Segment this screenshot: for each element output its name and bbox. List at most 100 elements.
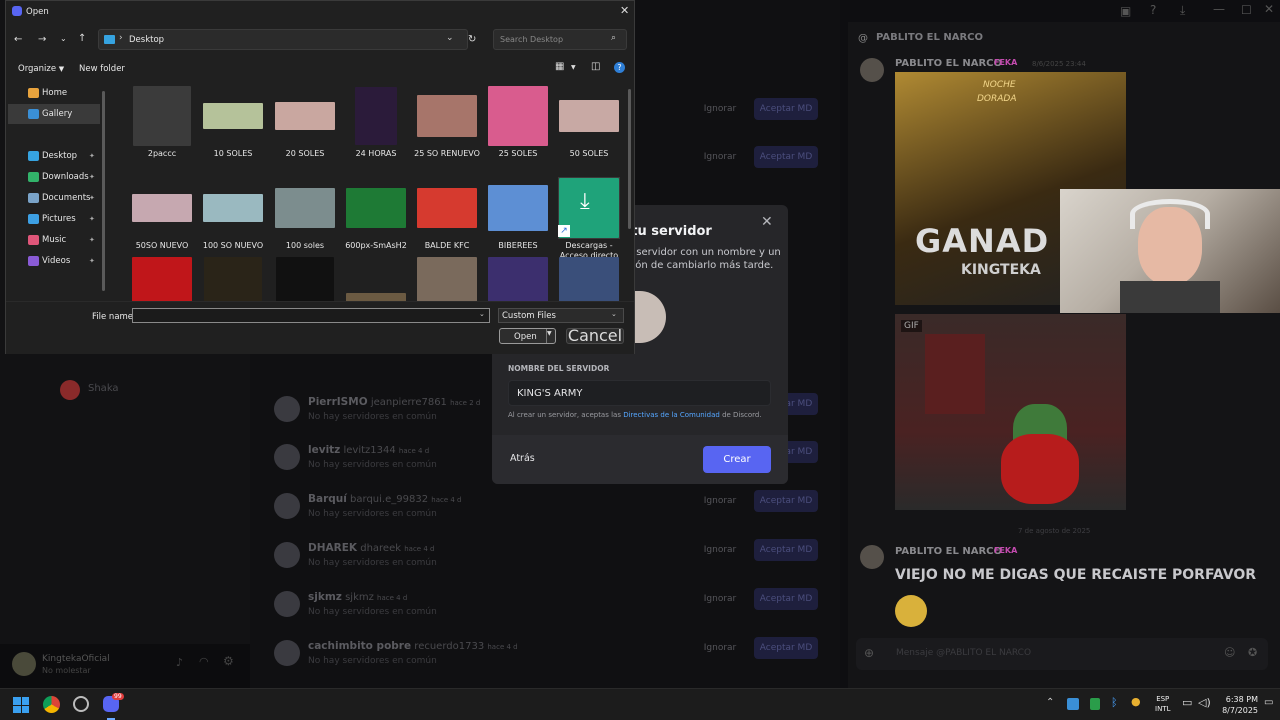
chevron-down-icon[interactable]: ⌄ [479, 310, 485, 318]
accept-button[interactable]: Aceptar MD [754, 637, 818, 659]
view-options-icon[interactable]: ▦ [555, 61, 564, 72]
microphone-icon[interactable]: ● [1131, 695, 1141, 708]
file-item[interactable]: 50 SOLES [558, 85, 620, 158]
search-input[interactable]: Search Desktop [500, 35, 563, 44]
file-item[interactable]: ⤓ ↗ Descargas - Acceso directo [558, 177, 620, 260]
file-item[interactable] [558, 251, 620, 301]
server-name-input[interactable]: KING'S ARMY [517, 388, 583, 399]
file-item[interactable]: 2paccc [131, 85, 193, 158]
up-arrow-icon[interactable]: ↑ [78, 33, 86, 44]
tray-app-icon[interactable] [1067, 698, 1079, 710]
close-modal-icon[interactable]: ✕ [761, 214, 773, 230]
request-row[interactable]: Barquí barqui.e_99832 hace 4 d No hay ser… [270, 485, 830, 533]
accept-button[interactable]: Aceptar MD [754, 98, 818, 120]
search-box[interactable]: Search Desktop ⌕ [493, 29, 627, 50]
gamepad-icon[interactable]: ✪ [1248, 646, 1257, 659]
nvidia-icon[interactable] [1090, 698, 1100, 710]
add-attachment-icon[interactable]: ⊕ [864, 646, 874, 660]
file-item[interactable] [345, 251, 407, 301]
ignore-button[interactable]: Ignorar [690, 588, 750, 610]
gif-attachment[interactable]: GIF [895, 314, 1126, 510]
request-row[interactable]: sjkmz sjkmz hace 4 d No hay servidores en… [270, 583, 830, 631]
ignore-button[interactable]: Ignorar [690, 98, 750, 120]
nav-scrollbar[interactable] [102, 91, 105, 291]
obs-icon[interactable] [73, 696, 89, 712]
file-item[interactable] [416, 251, 478, 301]
open-button[interactable]: Open ▼ [499, 328, 556, 344]
back-arrow-icon[interactable]: ← [14, 34, 22, 45]
nav-item-music[interactable]: Music ✦ [6, 230, 104, 250]
file-item[interactable]: 100 soles [274, 177, 336, 250]
file-type-select[interactable]: Custom Files ⌄ [498, 308, 624, 323]
address-bar[interactable]: › Desktop ⌄ [98, 29, 468, 50]
nav-item-downloads[interactable]: Downloads ✦ [6, 167, 104, 187]
chevron-down-icon[interactable]: ▼ [571, 64, 576, 71]
file-item[interactable]: 25 SOLES [487, 85, 549, 158]
input-language[interactable]: ESP INTL [1155, 694, 1170, 714]
accept-button[interactable]: Aceptar MD [754, 146, 818, 168]
volume-icon[interactable]: ◁) [1198, 696, 1211, 709]
ignore-button[interactable]: Ignorar [690, 146, 750, 168]
search-icon[interactable]: ⌕ [611, 33, 616, 43]
minimize-icon[interactable]: — [1213, 2, 1225, 16]
file-item[interactable]: 20 SOLES [274, 85, 336, 158]
ignore-button[interactable]: Ignorar [690, 490, 750, 512]
address-dropdown-icon[interactable]: ⌄ [446, 33, 454, 43]
request-row[interactable]: cachimbito pobre recuerdo1733 hace 4 d No… [270, 632, 830, 680]
new-folder-button[interactable]: New folder [79, 64, 125, 74]
nav-item-pictures[interactable]: Pictures ✦ [6, 209, 104, 229]
file-item[interactable]: 25 SO RENUEVO [414, 85, 480, 158]
nav-item-home[interactable]: Home [6, 83, 104, 103]
maximize-icon[interactable]: ☐ [1241, 3, 1252, 17]
file-name-field[interactable]: ⌄ [132, 308, 490, 323]
chrome-icon[interactable] [43, 696, 60, 713]
download-icon[interactable]: ⤓ [1180, 3, 1185, 18]
server-name-field[interactable]: KING'S ARMY [508, 380, 771, 406]
server-icon-preview[interactable] [630, 291, 666, 343]
nav-item-desktop[interactable]: Desktop ✦ [6, 146, 104, 166]
file-item[interactable]: 24 HORAS [345, 85, 407, 158]
notifications-icon[interactable]: ▭ [1264, 697, 1273, 708]
file-item[interactable] [487, 251, 549, 301]
accept-button[interactable]: Aceptar MD [754, 490, 818, 512]
file-item[interactable]: BIBEREES [487, 177, 549, 250]
file-item[interactable] [202, 251, 264, 301]
message-author[interactable]: PABLITO EL NARCO [895, 546, 1002, 557]
author-avatar[interactable] [860, 58, 884, 82]
nav-item-videos[interactable]: Videos ✦ [6, 251, 104, 271]
file-scrollbar[interactable] [628, 89, 631, 229]
organize-button[interactable]: Organize ▼ [18, 64, 64, 74]
ignore-button[interactable]: Ignorar [690, 637, 750, 659]
chevron-down-icon[interactable]: ▼ [547, 330, 552, 337]
windows-start-icon[interactable] [13, 697, 29, 713]
emoji-icon[interactable]: ☺ [1224, 646, 1235, 659]
microphone-icon[interactable]: ♪ [176, 656, 183, 669]
cancel-button[interactable]: Cancel [566, 328, 624, 344]
accept-button[interactable]: Aceptar MD [754, 588, 818, 610]
ignore-button[interactable]: Ignorar [690, 539, 750, 561]
clock[interactable]: 6:38 PM 8/7/2025 [1214, 694, 1258, 716]
file-item[interactable]: BALDE KFC [416, 177, 478, 250]
nav-item-gallery[interactable]: Gallery [8, 104, 100, 124]
recent-locations-chevron-icon[interactable]: ⌄ [60, 34, 67, 43]
close-dialog-icon[interactable]: ✕ [620, 4, 629, 17]
nav-item-documents[interactable]: Documents ✦ [6, 188, 104, 208]
author-avatar[interactable] [860, 545, 884, 569]
help-icon[interactable]: ? [614, 62, 625, 73]
file-item[interactable]: 600px-SmAsH2 [345, 177, 407, 250]
message-author[interactable]: PABLITO EL NARCO [895, 58, 1002, 69]
preview-pane-icon[interactable]: ◫ [591, 61, 600, 72]
headphones-icon[interactable]: ◠ [199, 655, 209, 668]
file-item[interactable]: 100 SO NUEVO [202, 177, 264, 250]
close-window-icon[interactable]: ✕ [1264, 2, 1274, 16]
refresh-icon[interactable]: ↻ [468, 34, 476, 45]
forward-arrow-icon[interactable]: → [38, 34, 46, 45]
file-item[interactable] [131, 251, 193, 301]
back-button[interactable]: Atrás [510, 453, 535, 464]
inbox-icon[interactable]: ▣ [1120, 4, 1131, 18]
create-button[interactable]: Crear [703, 446, 771, 473]
file-item[interactable]: 10 SOLES [202, 85, 264, 158]
file-item[interactable] [274, 251, 336, 301]
message-input-box[interactable]: ⊕ Mensaje @PABLITO EL NARCO ☺ ✪ [856, 638, 1268, 670]
file-item[interactable]: 50SO NUEVO [131, 177, 193, 250]
